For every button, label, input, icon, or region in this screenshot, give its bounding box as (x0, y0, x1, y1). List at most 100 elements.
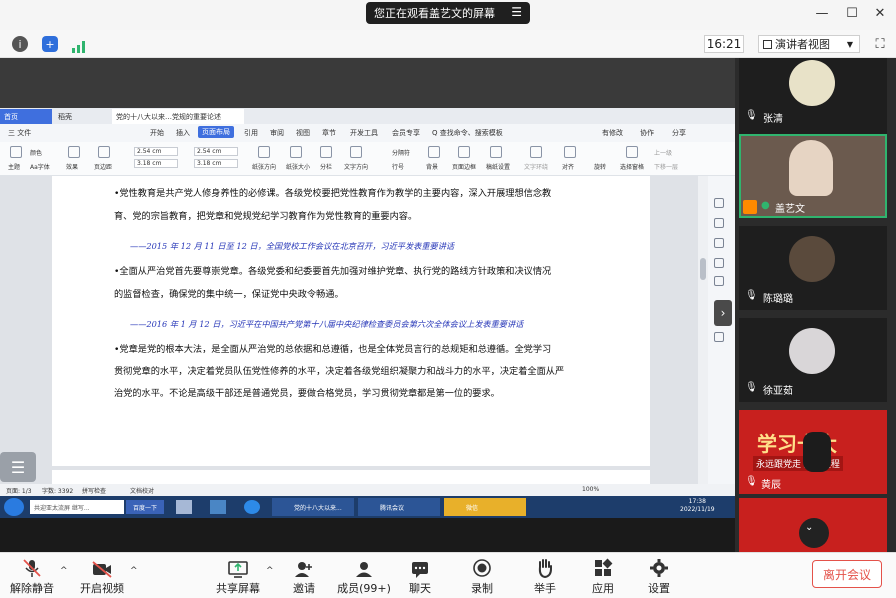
paper-size-icon[interactable] (290, 146, 302, 158)
maximize-icon[interactable]: ☐ (842, 6, 862, 21)
ribbon-orientation[interactable]: 纸张方向 (252, 162, 276, 171)
margin-top-input[interactable]: 2.54 cm (134, 147, 178, 156)
ribbon-text-direction[interactable]: 文字方向 (344, 162, 368, 171)
collapse-panel-icon[interactable]: › (714, 300, 732, 326)
taskbar-wechat-app[interactable]: 微信 (444, 498, 526, 516)
menu-insert[interactable]: 插入 (176, 128, 190, 138)
help-icon[interactable] (714, 276, 724, 286)
view-mode-button[interactable]: 演讲者视图 ▼ (758, 35, 860, 53)
menu-page-layout[interactable]: 页面布局 (198, 126, 234, 138)
text-wrap-icon[interactable] (530, 146, 542, 158)
settings-button[interactable]: 设置 (631, 554, 687, 596)
draft-paper-icon[interactable] (490, 146, 502, 158)
menu-review[interactable]: 审阅 (270, 128, 284, 138)
chevron-up-icon[interactable]: ^ (266, 566, 274, 576)
ribbon-color[interactable]: 颜色 (30, 148, 42, 157)
ribbon-selection-pane[interactable]: 选择窗格 (620, 162, 644, 171)
share-screen-button[interactable]: 共享屏幕 (210, 554, 266, 596)
document-scrollbar[interactable] (698, 176, 708, 484)
ribbon-rotate[interactable]: 旋转 (594, 162, 606, 171)
participant-tile[interactable]: 学习十大 永远跟党走 进新征程 🎙 黄辰 (739, 410, 887, 494)
taskbar-search[interactable]: 共迎亚太流屏 继写... (30, 500, 124, 514)
menu-share[interactable]: 分享 (672, 128, 686, 138)
ribbon-text-wrap[interactable]: 文字环绕 (524, 162, 548, 171)
screen-share-banner[interactable]: 您正在观看盖艺文的屏幕 ☰ (366, 2, 530, 24)
list-view-icon[interactable]: ☰ (0, 452, 36, 482)
status-zoom[interactable]: 100% (582, 486, 599, 493)
margin-bottom-input[interactable]: 2.54 cm (194, 147, 238, 156)
menu-start[interactable]: 开始 (150, 128, 164, 138)
chevron-up-icon[interactable]: ^ (60, 566, 68, 576)
side-tool-icon[interactable] (714, 332, 724, 342)
start-video-button[interactable]: 开启视频 (74, 554, 130, 596)
participant-tile[interactable]: ⌄ (739, 498, 887, 552)
chevron-up-icon[interactable]: ^ (130, 566, 138, 576)
ribbon-font[interactable]: Aa字体 (30, 162, 50, 171)
menu-view[interactable]: 视图 (296, 128, 310, 138)
menu-developer[interactable]: 开发工具 (350, 128, 378, 138)
shield-icon[interactable]: + (42, 36, 58, 52)
participant-tile-active[interactable]: ● 盖艺文 (739, 134, 887, 218)
status-spell[interactable]: 拼写检查 (82, 486, 106, 495)
menu-file[interactable]: 三 文件 (8, 128, 31, 138)
ribbon-paper-size[interactable]: 纸张大小 (286, 162, 310, 171)
effects-icon[interactable] (68, 146, 80, 158)
selection-pane-icon[interactable] (626, 146, 638, 158)
banner-menu-icon[interactable]: ☰ (511, 5, 522, 19)
edit-icon[interactable] (714, 218, 724, 228)
menu-chapter[interactable]: 章节 (322, 128, 336, 138)
orientation-icon[interactable] (258, 146, 270, 158)
start-icon[interactable] (4, 498, 24, 516)
text-direction-icon[interactable] (350, 146, 362, 158)
taskbar-app-icon[interactable] (176, 500, 192, 514)
unmute-button[interactable]: 解除静音 (4, 554, 60, 596)
leave-meeting-button[interactable]: 离开会议 (812, 560, 882, 588)
taskbar-app-icon[interactable] (210, 500, 226, 514)
ribbon-send-backward[interactable]: 下移一层 (654, 162, 678, 171)
columns-icon[interactable] (320, 146, 332, 158)
cursor-icon[interactable] (714, 238, 724, 248)
participant-tile[interactable]: 🎙 陈璐璐 (739, 226, 887, 310)
record-button[interactable]: 录制 (454, 554, 510, 596)
info-icon[interactable]: i (12, 36, 28, 52)
ribbon-theme[interactable]: 主题 (8, 162, 20, 171)
command-search[interactable]: Q 查找命令、搜索模板 (432, 128, 503, 138)
ribbon-effects[interactable]: 效果 (66, 162, 78, 171)
ribbon-draft-paper[interactable]: 稿纸设置 (486, 162, 510, 171)
side-tool-icon[interactable] (714, 198, 724, 208)
menu-member[interactable]: 会员专享 (392, 128, 420, 138)
ribbon-columns[interactable]: 分栏 (320, 162, 332, 171)
ribbon-bring-forward[interactable]: 上一级 (654, 148, 672, 157)
scrollbar-thumb[interactable] (700, 258, 706, 280)
signal-icon[interactable] (72, 38, 86, 53)
close-icon[interactable]: ✕ (870, 6, 890, 21)
apps-button[interactable]: 应用 (575, 554, 631, 596)
ribbon-separator[interactable]: 分隔符 (392, 148, 410, 157)
browser-icon[interactable] (244, 500, 260, 514)
invite-button[interactable]: 邀请 (276, 554, 332, 596)
ribbon-align[interactable]: 对齐 (562, 162, 574, 171)
status-check[interactable]: 文档校对 (130, 486, 154, 495)
margin-left-input[interactable]: 3.18 cm (134, 159, 178, 168)
menu-reference[interactable]: 引用 (244, 128, 258, 138)
participant-tile[interactable]: 🎙 徐亚茹 (739, 318, 887, 402)
theme-icon[interactable] (10, 146, 22, 158)
taskbar-wps-app[interactable]: 党的十八大以来... (272, 498, 354, 516)
settings-slider-icon[interactable] (714, 258, 724, 268)
ribbon-line-number[interactable]: 行号 (392, 162, 404, 171)
status-words[interactable]: 字数: 3392 (42, 486, 73, 495)
background-icon[interactable] (428, 146, 440, 158)
members-button[interactable]: 成员(99+) (334, 554, 394, 596)
minimize-icon[interactable]: — (812, 6, 832, 21)
menu-modified[interactable]: 有修改 (602, 128, 623, 138)
taskbar-baidu-button[interactable]: 百度一下 (126, 500, 164, 514)
chat-button[interactable]: 聊天 (392, 554, 448, 596)
ribbon-page-border[interactable]: 页面边框 (452, 162, 476, 171)
ribbon-background[interactable]: 背景 (426, 162, 438, 171)
raise-hand-button[interactable]: 举手 (517, 554, 573, 596)
menu-collab[interactable]: 协作 (640, 128, 654, 138)
participant-tile[interactable]: 张清 🎙 (739, 58, 887, 142)
wps-tab-home[interactable]: 首页 (0, 109, 52, 124)
wps-tab-docer[interactable]: 稻壳 (54, 109, 110, 124)
page-border-icon[interactable] (458, 146, 470, 158)
